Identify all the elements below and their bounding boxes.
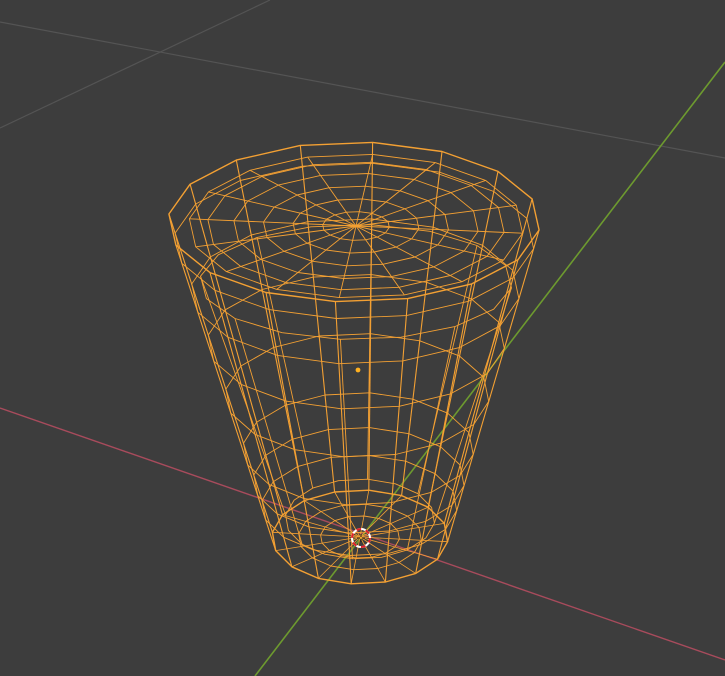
mesh-edge-vertical [189, 184, 284, 515]
mesh-edge-cap-spoke [355, 154, 374, 227]
mesh-edge-cap-spoke [338, 225, 357, 298]
mesh-edge-cap-spoke [307, 156, 357, 227]
mesh-edge-bottom-spoke [359, 506, 429, 538]
mesh-edge-ring [207, 274, 505, 410]
mesh-edge-cap-spoke [355, 162, 436, 227]
mesh-edge-bottom-spoke [359, 536, 386, 583]
selected-mesh-wireframe[interactable] [168, 141, 540, 585]
mesh-edge-cap-spoke [249, 169, 357, 227]
mesh-edge-ring [253, 427, 465, 534]
mesh-edge-vertical [209, 272, 293, 567]
mesh-edge-vertical [265, 292, 319, 579]
mesh-edge-bottom-spoke [304, 500, 361, 538]
mesh-edge-inner-vertical [433, 287, 512, 524]
3d-viewport[interactable] [0, 0, 725, 676]
mesh-edge-vertical [299, 145, 336, 493]
mesh-edge-bottom-spoke [359, 523, 445, 538]
floor-grid [0, 0, 725, 159]
mesh-edge-vertical [447, 229, 540, 542]
grid-line [0, 21, 725, 159]
mesh-edge-cap-spoke [355, 225, 405, 296]
mesh-edge-inner-vertical [200, 276, 287, 516]
mesh-edge-vertical [427, 171, 499, 508]
mesh-edge-vertical [443, 198, 533, 524]
mesh-edge-vertical [368, 142, 374, 491]
mesh-edge-vertical [235, 159, 305, 501]
grid-line [0, 0, 271, 129]
mesh-edge-cap-spoke [276, 225, 357, 290]
mesh-edge-inner-ring [200, 224, 512, 340]
mesh-edge-ring [243, 392, 474, 506]
mesh-edge-inner-vertical [256, 237, 314, 489]
object-origin-dot [355, 367, 361, 373]
mesh-edge-cap-spoke [355, 204, 517, 227]
mesh-edge-inner-vertical [339, 339, 353, 559]
viewport-canvas[interactable] [0, 0, 725, 676]
